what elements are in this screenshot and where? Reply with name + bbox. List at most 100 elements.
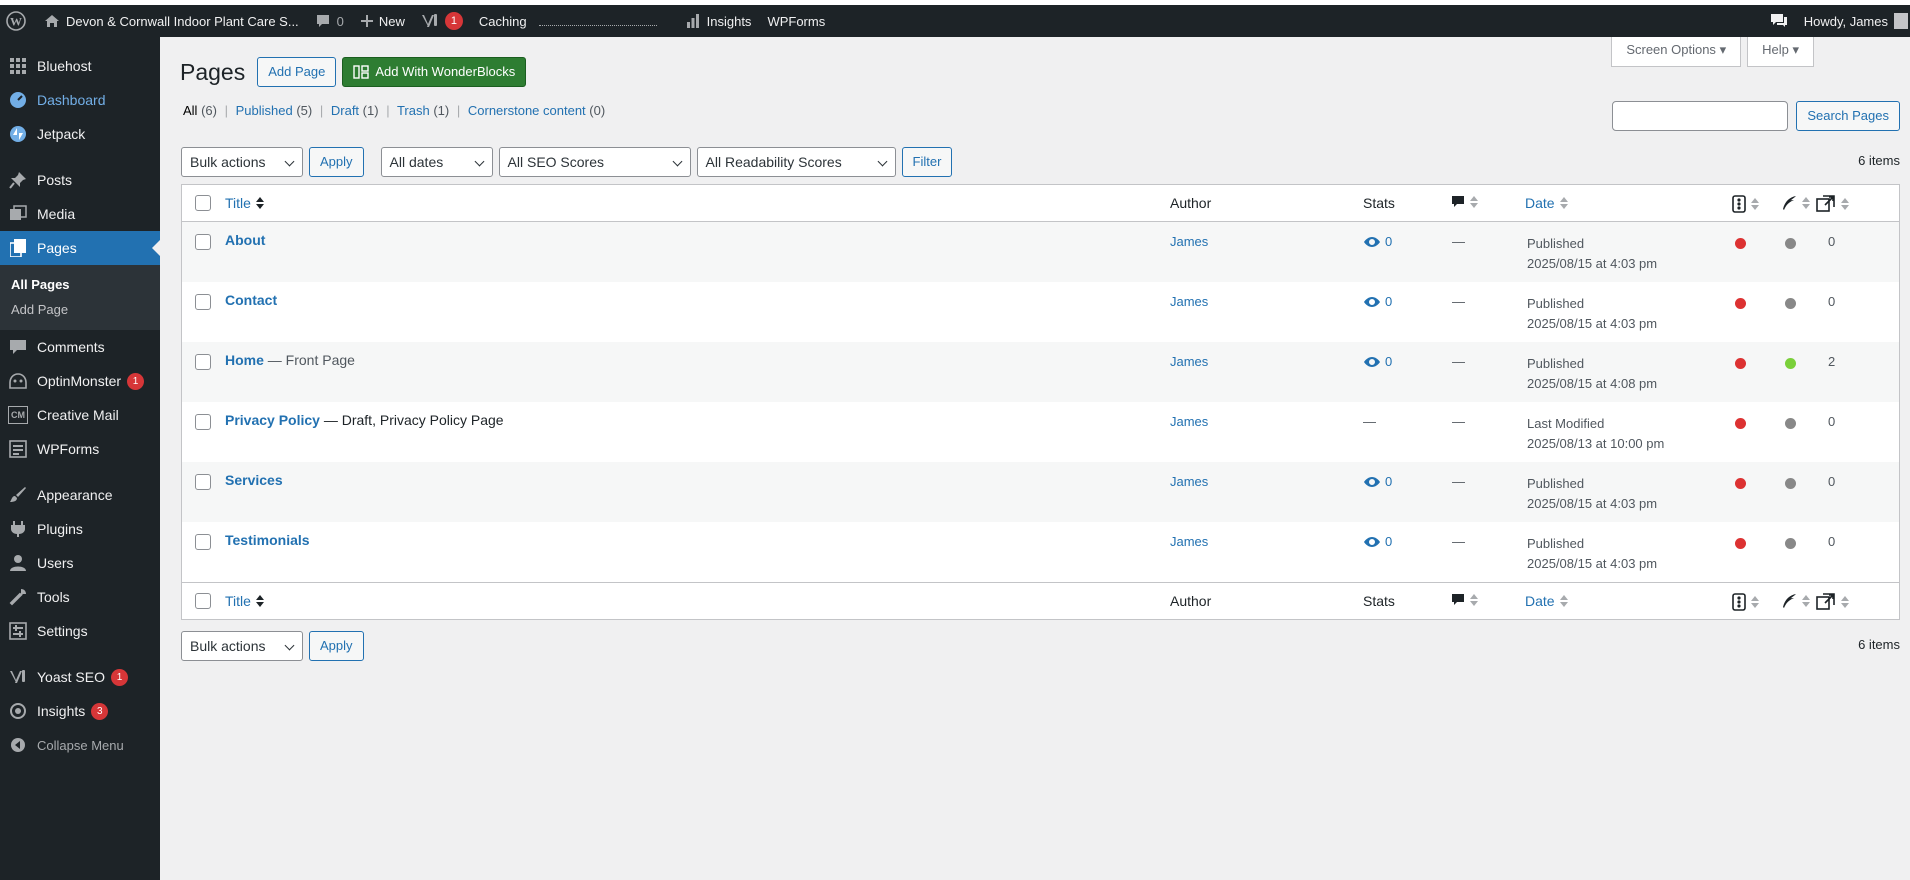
menu-tools[interactable]: Tools <box>0 580 160 614</box>
publish-status: Last Modified <box>1527 416 1605 431</box>
title-column-sort[interactable]: Title <box>225 195 264 211</box>
comment-bubble-icon <box>1452 196 1464 207</box>
help-button[interactable]: Help ▾ <box>1747 37 1814 67</box>
view-trash[interactable]: Trash <box>397 103 430 118</box>
search-pages-button[interactable]: Search Pages <box>1796 101 1900 131</box>
collapse-menu-button[interactable]: Collapse Menu <box>0 728 160 762</box>
menu-jetpack[interactable]: Jetpack <box>0 117 160 151</box>
menu-settings[interactable]: Settings <box>0 614 160 648</box>
sort-icon <box>1470 594 1478 606</box>
apply-button[interactable]: Apply <box>309 147 364 177</box>
wordpress-icon: W <box>6 11 26 31</box>
seo-score-column-sort-footer[interactable] <box>1732 593 1759 611</box>
yoast-badge: 1 <box>110 668 128 686</box>
wpforms-link[interactable]: WPForms <box>759 5 833 37</box>
stats-link[interactable]: 0 <box>1363 294 1392 309</box>
seo-scores-filter-select[interactable]: All SEO Scores <box>498 147 691 177</box>
new-content-link[interactable]: New <box>352 5 413 37</box>
yoast-adminbar-link[interactable]: 1 <box>413 5 471 37</box>
submenu-add-page[interactable]: Add Page <box>0 297 160 322</box>
site-name-link[interactable]: Devon & Cornwall Indoor Plant Care S... <box>36 5 307 37</box>
author-link[interactable]: James <box>1170 294 1208 309</box>
date-column-sort-footer[interactable]: Date <box>1525 593 1568 609</box>
page-header: Pages Add Page Add With WonderBlocks <box>180 57 527 87</box>
menu-plugins[interactable]: Plugins <box>0 512 160 546</box>
menu-bluehost[interactable]: Bluehost <box>0 49 160 83</box>
links-column-sort[interactable] <box>1816 195 1849 213</box>
title-column-label: Title <box>225 195 251 211</box>
page-title-link[interactable]: About <box>225 232 265 248</box>
view-all[interactable]: All <box>183 103 197 118</box>
add-with-wonderblocks-button[interactable]: Add With WonderBlocks <box>342 57 527 87</box>
publish-status: Published <box>1527 356 1585 371</box>
view-cornerstone[interactable]: Cornerstone content <box>468 103 586 118</box>
readability-column-sort[interactable] <box>1781 195 1810 211</box>
menu-yoast-seo[interactable]: Yoast SEO 1 <box>0 660 160 694</box>
my-account-link[interactable]: Howdy, James <box>1796 5 1910 37</box>
row-checkbox[interactable] <box>195 414 211 430</box>
menu-users[interactable]: Users <box>0 546 160 580</box>
select-all-checkbox-footer[interactable] <box>195 593 211 609</box>
menu-dashboard[interactable]: Dashboard <box>0 83 160 117</box>
page-title-link[interactable]: Contact <box>225 292 277 308</box>
comments-column-sort-footer[interactable] <box>1451 593 1478 607</box>
row-checkbox[interactable] <box>195 294 211 310</box>
menu-optinmonster[interactable]: OptinMonster 1 <box>0 364 160 398</box>
wordpress-logo-button[interactable]: W <box>0 5 36 37</box>
menu-comments[interactable]: Comments <box>0 330 160 364</box>
author-link[interactable]: James <box>1170 354 1208 369</box>
search-input[interactable] <box>1612 101 1789 131</box>
jetpack-icon <box>8 124 28 144</box>
page-title-link[interactable]: Services <box>225 472 283 488</box>
view-draft[interactable]: Draft <box>331 103 359 118</box>
links-column-sort-footer[interactable] <box>1816 593 1849 611</box>
date-column-sort[interactable]: Date <box>1525 195 1568 211</box>
author-link[interactable]: James <box>1170 534 1208 549</box>
comments-link[interactable]: 0 <box>307 5 352 37</box>
row-checkbox[interactable] <box>195 354 211 370</box>
menu-appearance[interactable]: Appearance <box>0 478 160 512</box>
readability-filter-select[interactable]: All Readability Scores <box>696 147 896 177</box>
row-checkbox[interactable] <box>195 234 211 250</box>
table-row: Contact James 0 — Published 2025/08/15 at 4:0… <box>182 282 1899 342</box>
dates-filter-select[interactable]: All dates <box>380 147 493 177</box>
insights-link[interactable]: Insights <box>677 5 760 37</box>
bulk-actions-select-bottom[interactable]: Bulk actions <box>181 631 303 661</box>
menu-insights[interactable]: Insights 3 <box>0 694 160 728</box>
stats-link[interactable]: 0 <box>1363 474 1392 489</box>
select-all-checkbox[interactable] <box>195 195 211 211</box>
seo-score-column-sort[interactable] <box>1732 195 1759 213</box>
title-column-sort-footer[interactable]: Title <box>225 593 264 609</box>
view-published[interactable]: Published <box>236 103 293 118</box>
author-link[interactable]: James <box>1170 474 1208 489</box>
readability-score-indicator <box>1785 538 1796 549</box>
page-title-link[interactable]: Home <box>225 352 264 368</box>
filter-button[interactable]: Filter <box>901 147 953 177</box>
menu-pages[interactable]: Pages <box>0 231 160 265</box>
add-page-button[interactable]: Add Page <box>257 57 337 87</box>
page-title-link[interactable]: Privacy Policy <box>225 412 320 428</box>
readability-column-sort-footer[interactable] <box>1781 593 1810 609</box>
bulk-actions-select[interactable]: Bulk actions <box>181 147 303 177</box>
apply-button-bottom[interactable]: Apply <box>309 631 364 661</box>
menu-creative-mail[interactable]: CM Creative Mail <box>0 398 160 432</box>
author-link[interactable]: James <box>1170 234 1208 249</box>
row-checkbox[interactable] <box>195 474 211 490</box>
menu-media[interactable]: Media <box>0 197 160 231</box>
row-checkbox[interactable] <box>195 534 211 550</box>
comments-column-sort[interactable] <box>1451 195 1478 209</box>
menu-appearance-label: Appearance <box>37 487 113 503</box>
stats-link[interactable]: 0 <box>1363 534 1392 549</box>
sort-icon <box>1559 595 1568 607</box>
page-title-link[interactable]: Testimonials <box>225 532 310 548</box>
sort-icon <box>1470 196 1478 208</box>
stats-link[interactable]: 0 <box>1363 354 1392 369</box>
screen-options-button[interactable]: Screen Options ▾ <box>1611 37 1742 67</box>
notifications-button[interactable] <box>1762 5 1796 37</box>
menu-posts[interactable]: Posts <box>0 163 160 197</box>
submenu-all-pages[interactable]: All Pages <box>0 272 160 297</box>
stats-link[interactable]: 0 <box>1363 234 1392 249</box>
author-link[interactable]: James <box>1170 414 1208 429</box>
menu-wpforms[interactable]: WPForms <box>0 432 160 466</box>
caching-link[interactable]: Caching <box>471 5 677 37</box>
